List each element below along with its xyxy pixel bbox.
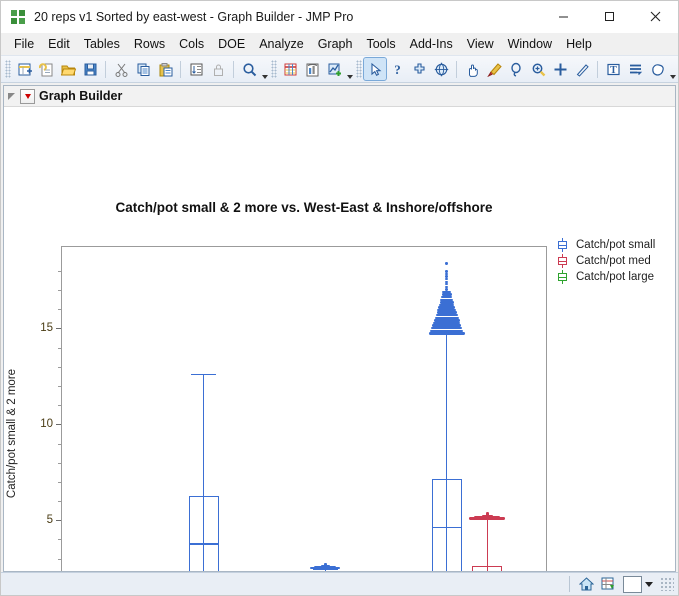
toolbar-grip[interactable] (271, 60, 277, 78)
toolbar-overflow-chevron[interactable] (345, 57, 354, 81)
legend-item[interactable]: Catch/pot med (555, 253, 655, 269)
status-bar (1, 572, 678, 595)
box-plot-glyph-icon (555, 238, 571, 252)
box-plot-glyph-icon (555, 254, 571, 268)
report-panel: Graph Builder Catch/pot small & 2 more v… (3, 85, 676, 572)
cut-scissors-icon[interactable] (110, 58, 132, 80)
window-title: 20 reps v1 Sorted by east-west - Graph B… (34, 10, 540, 24)
chart-legend[interactable]: Catch/pot small Catch/pot med Catch/pot la… (555, 237, 655, 285)
toolbar-separator (597, 61, 598, 78)
menu-view[interactable]: View (460, 35, 501, 53)
toolbar-grip[interactable] (356, 60, 362, 78)
resize-grip-icon[interactable] (660, 577, 674, 591)
copy-icon[interactable] (132, 58, 154, 80)
text-annotate-icon[interactable]: T (602, 58, 624, 80)
crosshairs-plus-icon[interactable] (549, 58, 571, 80)
menu-analyze[interactable]: Analyze (252, 35, 310, 53)
toolbar-separator (456, 61, 457, 78)
brush-icon[interactable] (483, 58, 505, 80)
data-table-icon[interactable] (279, 58, 301, 80)
svg-text:T: T (610, 65, 617, 76)
outline-header[interactable]: Graph Builder (4, 86, 675, 107)
legend-item[interactable]: Catch/pot small (555, 237, 655, 253)
window-controls (540, 1, 678, 32)
menu-file[interactable]: File (7, 35, 41, 53)
menu-rows[interactable]: Rows (127, 35, 172, 53)
sort-rows-icon[interactable] (185, 58, 207, 80)
minimize-button[interactable] (540, 1, 586, 32)
box-plot-glyph-icon (555, 270, 571, 284)
arrow-select-icon[interactable] (364, 58, 386, 80)
lock-icon[interactable] (207, 58, 229, 80)
menu-window[interactable]: Window (501, 35, 559, 53)
menu-tables[interactable]: Tables (77, 35, 127, 53)
chart-title: Catch/pot small & 2 more vs. West-East &… (61, 200, 547, 215)
svg-text:?: ? (394, 62, 401, 77)
plot-frame[interactable] (61, 246, 547, 572)
y-tick-label: 15 (40, 322, 53, 334)
menu-bar: FileEditTablesRowsColsDOEAnalyzeGraphToo… (1, 33, 678, 55)
menu-doe[interactable]: DOE (211, 35, 252, 53)
window-title-bar: 20 reps v1 Sorted by east-west - Graph B… (1, 1, 678, 33)
toolbar-separator (233, 61, 234, 78)
red-triangle-disclosure-icon[interactable] (20, 89, 35, 104)
save-icon[interactable] (79, 58, 101, 80)
outline-corner-icon (8, 92, 17, 101)
jmp-main-window: 20 reps v1 Sorted by east-west - Graph B… (0, 0, 679, 596)
menu-tools[interactable]: Tools (359, 35, 402, 53)
chevron-down-icon[interactable] (642, 576, 656, 592)
menu-help[interactable]: Help (559, 35, 599, 53)
legend-item[interactable]: Catch/pot large (555, 269, 655, 285)
close-button[interactable] (632, 1, 678, 32)
white-color-swatch[interactable] (623, 576, 642, 593)
outline-title: Graph Builder (39, 89, 122, 103)
magnifier-lasso-icon[interactable] (505, 58, 527, 80)
graph-builder-canvas: Catch/pot small & 2 more vs. West-East &… (4, 107, 675, 571)
hand-grabber-icon[interactable] (461, 58, 483, 80)
columns-icon[interactable] (301, 58, 323, 80)
y-tick-label: 5 (47, 514, 53, 526)
menu-cols[interactable]: Cols (172, 35, 211, 53)
y-tick-label: 10 (40, 418, 53, 430)
target-globe-icon[interactable] (430, 58, 452, 80)
legend-label: Catch/pot small (576, 239, 655, 251)
home-window-icon[interactable] (576, 575, 596, 593)
new-data-table-icon[interactable] (13, 58, 35, 80)
y-axis[interactable]: 051015 (4, 246, 61, 572)
search-icon[interactable] (238, 58, 260, 80)
paste-icon[interactable] (154, 58, 176, 80)
open-folder-icon[interactable] (57, 58, 79, 80)
zoom-in-icon[interactable] (527, 58, 549, 80)
toolbar: ?T (1, 55, 678, 83)
crosshair-icon[interactable] (408, 58, 430, 80)
menu-add-ins[interactable]: Add-Ins (403, 35, 460, 53)
jmp-logo-icon (10, 9, 26, 25)
toolbar-grip[interactable] (5, 60, 11, 78)
menu-graph[interactable]: Graph (311, 35, 360, 53)
add-graph-icon[interactable] (323, 58, 345, 80)
toolbar-separator (105, 61, 106, 78)
simple-shape-icon[interactable] (624, 58, 646, 80)
menu-edit[interactable]: Edit (41, 35, 77, 53)
status-divider (569, 576, 570, 592)
line-tool-icon[interactable] (571, 58, 593, 80)
polygon-icon[interactable] (646, 58, 668, 80)
toolbar-overflow-chevron[interactable] (668, 57, 677, 81)
legend-label: Catch/pot med (576, 255, 651, 267)
toolbar-overflow-chevron[interactable] (260, 57, 269, 81)
box-plot-series[interactable] (62, 247, 546, 572)
legend-label: Catch/pot large (576, 271, 654, 283)
question-help-icon[interactable]: ? (386, 58, 408, 80)
new-script-icon[interactable] (35, 58, 57, 80)
data-table-icon[interactable] (598, 575, 618, 593)
toolbar-separator (180, 61, 181, 78)
maximize-button[interactable] (586, 1, 632, 32)
